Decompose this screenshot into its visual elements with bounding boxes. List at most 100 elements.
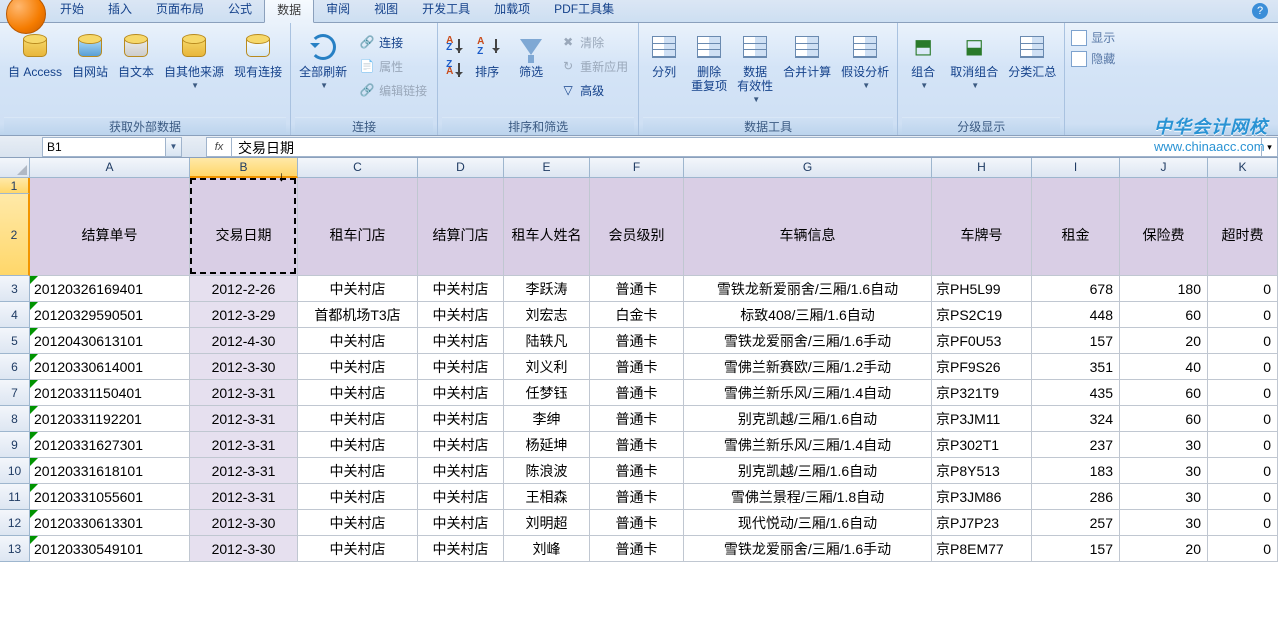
- data-cell[interactable]: 0: [1208, 302, 1278, 328]
- header-cell[interactable]: 交易日期: [190, 194, 298, 276]
- show-detail-button[interactable]: 显示: [1071, 29, 1115, 46]
- data-cell[interactable]: 20: [1120, 328, 1208, 354]
- row-header[interactable]: 10: [0, 458, 30, 484]
- data-cell[interactable]: 雪佛兰新乐风/三厢/1.4自动: [684, 432, 932, 458]
- name-box-dropdown[interactable]: ▼: [165, 138, 181, 156]
- column-header[interactable]: G: [684, 158, 932, 178]
- data-cell[interactable]: 2012-3-31: [190, 458, 298, 484]
- data-cell[interactable]: 李绅: [504, 406, 590, 432]
- ribbon-tab[interactable]: 审阅: [314, 0, 362, 22]
- data-cell[interactable]: 中关村店: [418, 302, 504, 328]
- column-header[interactable]: K: [1208, 158, 1278, 178]
- ribbon-tab[interactable]: 公式: [216, 0, 264, 22]
- data-cell[interactable]: 中关村店: [418, 328, 504, 354]
- data-validation-button[interactable]: 数据 有效性▼: [733, 29, 777, 115]
- data-cell[interactable]: 0: [1208, 354, 1278, 380]
- help-icon[interactable]: ?: [1252, 3, 1268, 19]
- data-cell[interactable]: 中关村店: [418, 380, 504, 406]
- data-cell[interactable]: 普通卡: [590, 510, 684, 536]
- data-cell[interactable]: 0: [1208, 406, 1278, 432]
- row-header[interactable]: 11: [0, 484, 30, 510]
- data-cell[interactable]: 任梦钰: [504, 380, 590, 406]
- sort-desc-button[interactable]: AZ: [442, 57, 464, 79]
- data-cell[interactable]: 现代悦动/三厢/1.6自动: [684, 510, 932, 536]
- header-cell[interactable]: 租车人姓名: [504, 194, 590, 276]
- header-cell[interactable]: 租金: [1032, 194, 1120, 276]
- row-header[interactable]: 4: [0, 302, 30, 328]
- data-cell[interactable]: 20120331150401: [30, 380, 190, 406]
- data-cell[interactable]: 中关村店: [418, 536, 504, 562]
- data-cell[interactable]: 2012-3-30: [190, 536, 298, 562]
- data-cell[interactable]: 王相森: [504, 484, 590, 510]
- name-box[interactable]: B1 ▼: [42, 137, 182, 157]
- data-cell[interactable]: 20120430613101: [30, 328, 190, 354]
- data-cell[interactable]: 中关村店: [298, 510, 418, 536]
- header-cell[interactable]: 超时费: [1208, 194, 1278, 276]
- data-cell[interactable]: 雪佛兰新乐风/三厢/1.4自动: [684, 380, 932, 406]
- data-cell[interactable]: 324: [1032, 406, 1120, 432]
- header-cell[interactable]: 保险费: [1120, 194, 1208, 276]
- data-cell[interactable]: 刘宏志: [504, 302, 590, 328]
- row-header[interactable]: 2: [0, 194, 30, 276]
- data-cell[interactable]: 2012-3-30: [190, 354, 298, 380]
- data-cell[interactable]: 60: [1120, 380, 1208, 406]
- data-cell[interactable]: 237: [1032, 432, 1120, 458]
- ribbon-tab[interactable]: 数据: [264, 0, 314, 23]
- data-cell[interactable]: 20: [1120, 536, 1208, 562]
- header-cell[interactable]: [1032, 178, 1120, 194]
- data-cell[interactable]: 2012-3-31: [190, 380, 298, 406]
- data-cell[interactable]: 448: [1032, 302, 1120, 328]
- data-cell[interactable]: 京PS2C19: [932, 302, 1032, 328]
- data-cell[interactable]: 0: [1208, 380, 1278, 406]
- data-cell[interactable]: 678: [1032, 276, 1120, 302]
- data-cell[interactable]: 普通卡: [590, 328, 684, 354]
- data-cell[interactable]: 0: [1208, 510, 1278, 536]
- data-cell[interactable]: 京P3JM11: [932, 406, 1032, 432]
- ribbon-tab[interactable]: 开始: [48, 0, 96, 22]
- data-cell[interactable]: 京P8EM77: [932, 536, 1032, 562]
- row-header[interactable]: 6: [0, 354, 30, 380]
- header-cell[interactable]: [190, 178, 298, 194]
- data-cell[interactable]: 0: [1208, 432, 1278, 458]
- formula-input[interactable]: 交易日期: [232, 137, 1262, 157]
- refresh-all-button[interactable]: 全部刷新▼: [295, 29, 351, 115]
- data-cell[interactable]: 60: [1120, 302, 1208, 328]
- data-cell[interactable]: 李跃涛: [504, 276, 590, 302]
- data-cell[interactable]: 中关村店: [418, 406, 504, 432]
- data-cell[interactable]: 30: [1120, 432, 1208, 458]
- data-cell[interactable]: 中关村店: [418, 510, 504, 536]
- ribbon-tab[interactable]: 加载项: [482, 0, 542, 22]
- data-cell[interactable]: 普通卡: [590, 276, 684, 302]
- ribbon-tab[interactable]: 开发工具: [410, 0, 482, 22]
- connections-button[interactable]: 🔗连接: [357, 31, 429, 53]
- consolidate-button[interactable]: 合并计算: [779, 29, 835, 115]
- data-cell[interactable]: 2012-3-30: [190, 510, 298, 536]
- data-cell[interactable]: 刘明超: [504, 510, 590, 536]
- data-cell[interactable]: 20120330613301: [30, 510, 190, 536]
- row-header[interactable]: 7: [0, 380, 30, 406]
- properties-button[interactable]: 📄属性: [357, 55, 429, 77]
- data-cell[interactable]: 中关村店: [418, 484, 504, 510]
- data-cell[interactable]: 中关村店: [418, 458, 504, 484]
- data-cell[interactable]: 普通卡: [590, 536, 684, 562]
- data-cell[interactable]: 40: [1120, 354, 1208, 380]
- data-cell[interactable]: 雪佛兰景程/三厢/1.8自动: [684, 484, 932, 510]
- data-cell[interactable]: 0: [1208, 484, 1278, 510]
- data-cell[interactable]: 普通卡: [590, 484, 684, 510]
- column-header[interactable]: E: [504, 158, 590, 178]
- header-cell[interactable]: [504, 178, 590, 194]
- column-header[interactable]: A: [30, 158, 190, 178]
- data-cell[interactable]: 雪铁龙爱丽舍/三厢/1.6手动: [684, 536, 932, 562]
- ungroup-button[interactable]: ⬓取消组合▼: [946, 29, 1002, 115]
- sort-asc-button[interactable]: AZ: [442, 33, 464, 55]
- data-cell[interactable]: 中关村店: [418, 354, 504, 380]
- data-cell[interactable]: 20120331055601: [30, 484, 190, 510]
- data-cell[interactable]: 20120331618101: [30, 458, 190, 484]
- data-cell[interactable]: 中关村店: [298, 458, 418, 484]
- data-cell[interactable]: 京PF9S26: [932, 354, 1032, 380]
- ribbon-tab[interactable]: PDF工具集: [542, 0, 626, 22]
- ribbon-tab[interactable]: 插入: [96, 0, 144, 22]
- column-header[interactable]: J: [1120, 158, 1208, 178]
- column-header[interactable]: D: [418, 158, 504, 178]
- data-cell[interactable]: 京P302T1: [932, 432, 1032, 458]
